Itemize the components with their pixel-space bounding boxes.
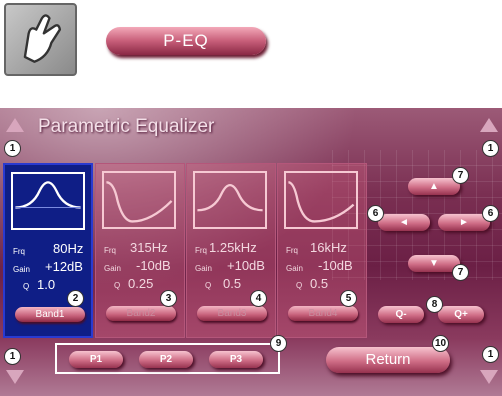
callout-1: 1 [482, 140, 499, 157]
band1-button[interactable]: Band1 [15, 307, 85, 322]
band2-frq-value: 315Hz [130, 240, 168, 255]
eq-curve-dip-icon [102, 171, 176, 229]
preset-p3-button[interactable]: P3 [209, 351, 263, 368]
band2-button[interactable]: Band2 [106, 306, 176, 321]
callout-2: 2 [67, 290, 84, 307]
up-arrow-button[interactable]: ▲ [408, 178, 460, 195]
band-panel-2[interactable]: Frq 315Hz Gain -10dB Q 0.25 Band2 [95, 163, 185, 338]
eq-curve-peak-icon [11, 172, 85, 230]
band2-gain-value: -10dB [136, 258, 171, 273]
band2-q-value: 0.25 [128, 276, 154, 291]
callout-1: 1 [482, 346, 499, 363]
preset-p2-button[interactable]: P2 [139, 351, 193, 368]
gain-label: Gain [286, 264, 303, 273]
q-label: Q [205, 281, 212, 290]
band1-gain-value: +12dB [45, 259, 83, 274]
band-panel-4[interactable]: Frq 16kHz Gain -10dB Q 0.5 Band4 [277, 163, 367, 338]
scroll-down-icon[interactable] [6, 370, 24, 384]
hand-touch-icon [4, 3, 77, 76]
q-plus-button[interactable]: Q+ [438, 306, 484, 323]
preset-p1-button[interactable]: P1 [69, 351, 123, 368]
callout-6: 6 [367, 205, 384, 222]
band-panel-3[interactable]: Frq 1.25kHz Gain +10dB Q 0.5 Band3 [186, 163, 276, 338]
band4-gain-value: -10dB [318, 258, 353, 273]
q-label: Q [114, 281, 121, 290]
peq-mode-label: P-EQ [106, 27, 266, 55]
return-button[interactable]: Return [326, 347, 450, 373]
callout-1: 1 [4, 348, 21, 365]
frq-label: Frq [104, 246, 116, 255]
gain-label: Gain [195, 264, 212, 273]
callout-3: 3 [160, 290, 177, 307]
gain-label: Gain [104, 264, 121, 273]
band-panel-1[interactable]: Frq 80Hz Gain +12dB Q 1.0 Band1 [3, 163, 93, 338]
callout-4: 4 [250, 290, 267, 307]
callout-9: 9 [270, 335, 287, 352]
eq-curve-peak-icon [193, 171, 267, 229]
band4-q-value: 0.5 [310, 276, 329, 291]
q-minus-button[interactable]: Q- [378, 306, 424, 323]
frq-label: Frq [286, 246, 298, 255]
band3-frq-value: 1.25kHz [209, 240, 257, 255]
band1-q-value: 1.0 [37, 277, 56, 292]
gain-label: Gain [13, 265, 30, 274]
callout-1: 1 [4, 140, 21, 157]
q-label: Q [296, 281, 303, 290]
callout-6: 6 [482, 205, 499, 222]
scroll-up-icon[interactable] [6, 118, 24, 132]
band3-q-value: 0.5 [223, 276, 242, 291]
panel-title: Parametric Equalizer [38, 116, 215, 137]
callout-5: 5 [340, 290, 357, 307]
callout-7: 7 [452, 264, 469, 281]
callout-7: 7 [452, 167, 469, 184]
scroll-down-icon[interactable] [480, 370, 498, 384]
frq-label: Frq [195, 246, 207, 255]
q-label: Q [23, 282, 30, 291]
eq-curve-dip-icon [284, 171, 358, 229]
band1-frq-value: 80Hz [53, 241, 84, 256]
band4-button[interactable]: Band4 [288, 306, 358, 321]
callout-8: 8 [426, 296, 443, 313]
callout-10: 10 [432, 335, 449, 352]
band3-gain-value: +10dB [227, 258, 265, 273]
band3-button[interactable]: Band3 [197, 306, 267, 321]
frq-label: Frq [13, 247, 25, 256]
left-arrow-button[interactable]: ◄ [378, 214, 430, 231]
band4-frq-value: 16kHz [310, 240, 347, 255]
scroll-up-icon[interactable] [480, 118, 498, 132]
